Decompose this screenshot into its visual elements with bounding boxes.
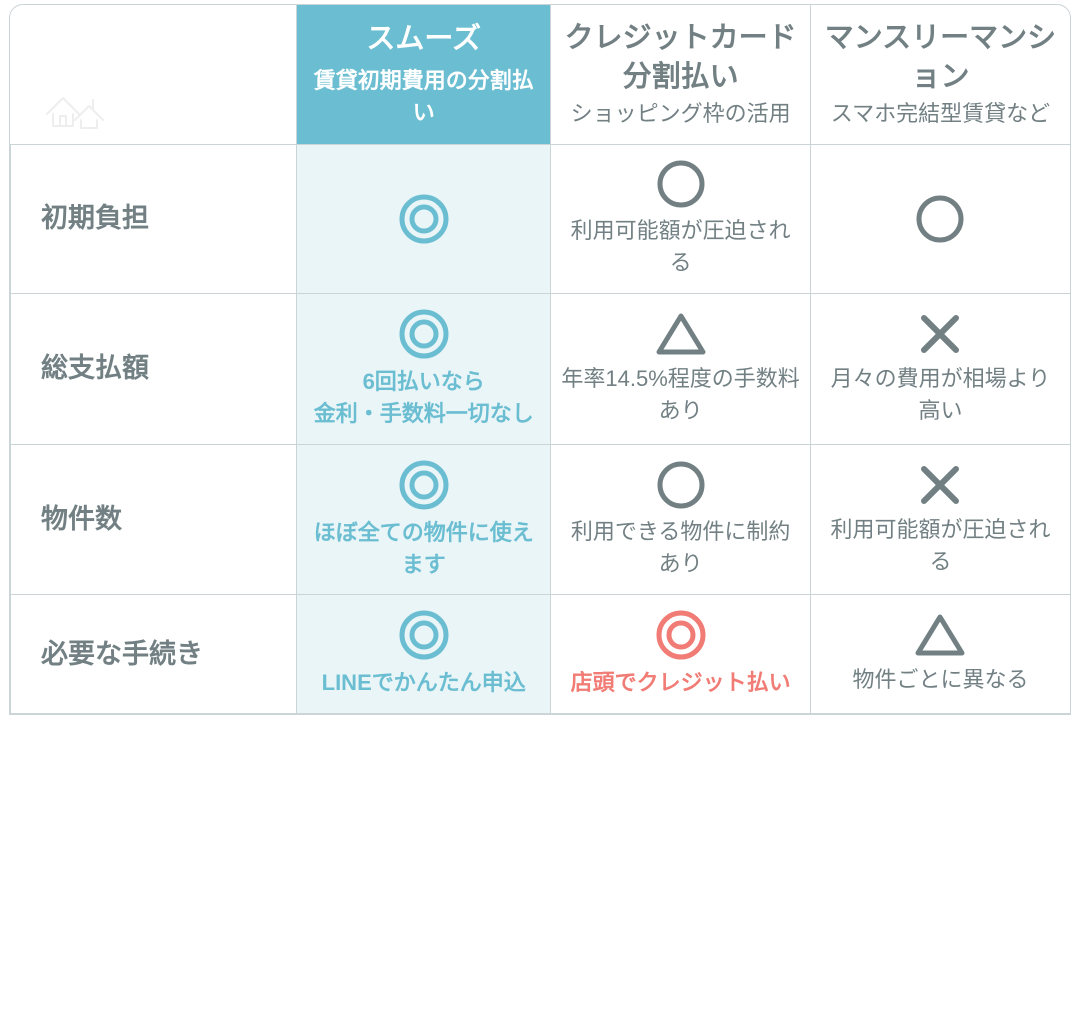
cell-credit: 利用可能額が圧迫される: [551, 145, 811, 294]
col-subtitle: ショッピング枠の活用: [561, 99, 800, 130]
col-title: マンスリーマンション: [821, 19, 1060, 97]
corner-cell: [11, 5, 297, 145]
double-circle-icon: [398, 459, 450, 511]
col-header-smooth: スムーズ 賃貸初期費用の分割払い: [297, 5, 551, 145]
cell-note: 年率14.5%程度の手数料あり: [561, 363, 800, 427]
col-subtitle: 賃貸初期費用の分割払い: [307, 65, 540, 129]
row-label: 総支払額: [11, 293, 297, 444]
cell-note: 物件ごとに異なる: [852, 664, 1028, 696]
table-row: 必要な手続き LINEでかんたん申込 店頭でクレジット払い: [11, 595, 1071, 714]
col-subtitle: スマホ完結型賃貸など: [821, 99, 1060, 130]
row-label: 初期負担: [11, 145, 297, 294]
cell-note: 利用可能額が圧迫される: [561, 215, 800, 279]
table-row: 初期負担 利用可能額が圧迫される: [11, 145, 1071, 294]
cell-smooth: 6回払いなら金利・手数料一切なし: [297, 293, 551, 444]
table-row: 物件数 ほぼ全ての物件に使えます 利用できる物件に制約あり: [11, 444, 1071, 595]
cross-icon: [917, 462, 963, 508]
single-circle-icon: [656, 460, 706, 510]
col-title: スムーズ: [307, 20, 540, 59]
cell-smooth: [297, 145, 551, 294]
col-title: クレジットカード分割払い: [561, 19, 800, 97]
cell-note: LINEでかんたん申込: [322, 667, 526, 699]
double-circle-icon: [398, 609, 450, 661]
house-decoration-icon: [41, 76, 287, 130]
double-circle-icon: [655, 609, 707, 661]
cell-note: ほぼ全ての物件に使えます: [307, 517, 540, 581]
triangle-icon: [655, 311, 707, 357]
cell-smooth: LINEでかんたん申込: [297, 595, 551, 714]
comparison-table: スムーズ 賃貸初期費用の分割払い クレジットカード分割払い ショッピング枠の活用…: [9, 4, 1071, 715]
cell-note: 店頭でクレジット払い: [571, 667, 791, 699]
table-row: 総支払額 6回払いなら金利・手数料一切なし 年率14.5%程度の手数料あり: [11, 293, 1071, 444]
cell-note: 利用できる物件に制約あり: [561, 516, 800, 580]
single-circle-icon: [656, 159, 706, 209]
cell-monthly: [810, 145, 1070, 294]
cross-icon: [917, 311, 963, 357]
cell-note: 月々の費用が相場より高い: [821, 363, 1060, 427]
row-label: 物件数: [11, 444, 297, 595]
double-circle-icon: [398, 193, 450, 245]
row-label: 必要な手続き: [11, 595, 297, 714]
double-circle-icon: [398, 308, 450, 360]
cell-credit: 年率14.5%程度の手数料あり: [551, 293, 811, 444]
cell-monthly: 物件ごとに異なる: [810, 595, 1070, 714]
cell-smooth: ほぼ全ての物件に使えます: [297, 444, 551, 595]
cell-credit: 店頭でクレジット払い: [551, 595, 811, 714]
triangle-icon: [914, 612, 966, 658]
cell-monthly: 月々の費用が相場より高い: [810, 293, 1070, 444]
col-header-credit: クレジットカード分割払い ショッピング枠の活用: [551, 5, 811, 145]
cell-monthly: 利用可能額が圧迫される: [810, 444, 1070, 595]
single-circle-icon: [915, 194, 965, 244]
col-header-monthly: マンスリーマンション スマホ完結型賃貸など: [810, 5, 1070, 145]
cell-note: 6回払いなら金利・手数料一切なし: [314, 366, 534, 430]
cell-note: 利用可能額が圧迫される: [821, 514, 1060, 578]
cell-credit: 利用できる物件に制約あり: [551, 444, 811, 595]
